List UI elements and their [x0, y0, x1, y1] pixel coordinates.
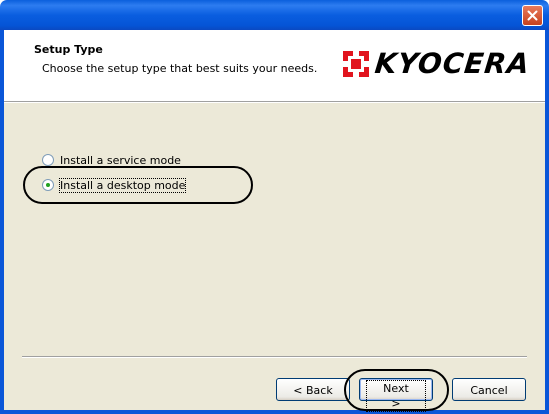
setup-dialog-window: Setup Type Choose the setup type that be… — [0, 0, 549, 414]
cancel-label: Cancel — [470, 384, 508, 397]
back-button[interactable]: < Back — [276, 378, 350, 401]
highlight-callout — [344, 369, 449, 411]
page-subtitle: Choose the setup type that best suits yo… — [42, 62, 318, 75]
kyocera-logo-icon — [343, 51, 370, 77]
back-label: < Back — [293, 384, 333, 397]
kyocera-logo: KYOCERA — [343, 47, 532, 80]
close-icon — [527, 10, 538, 21]
title-bar[interactable] — [0, 0, 549, 30]
option-label: Install a service mode — [60, 153, 181, 167]
cancel-button[interactable]: Cancel — [452, 378, 526, 401]
wizard-header: Setup Type Choose the setup type that be… — [4, 30, 545, 101]
page-title: Setup Type — [34, 43, 103, 56]
close-button[interactable] — [522, 5, 543, 26]
logo-text: KYOCERA — [373, 47, 532, 80]
wizard-body — [4, 103, 545, 410]
footer-divider — [22, 356, 527, 358]
radio-service-mode[interactable] — [42, 154, 54, 166]
highlight-callout — [23, 166, 253, 204]
